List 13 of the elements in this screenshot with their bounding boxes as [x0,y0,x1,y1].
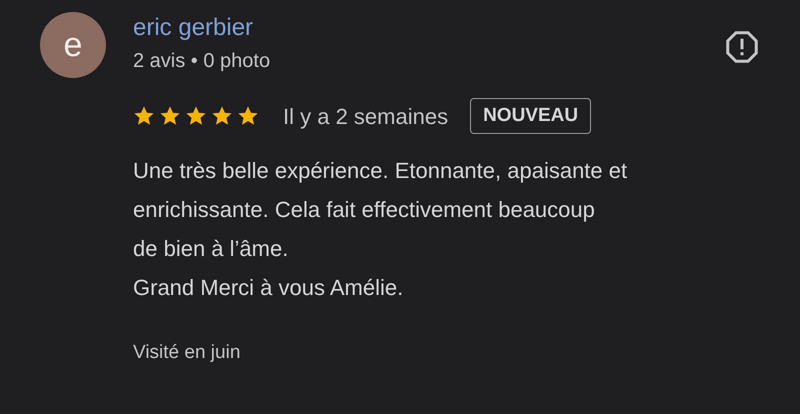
star-icon [185,105,207,127]
author-name[interactable]: eric gerbier [133,12,270,44]
report-icon[interactable] [724,29,760,65]
new-badge: NOUVEAU [470,98,592,134]
star-icon [133,105,155,127]
visit-date: Visité en juin [133,341,242,365]
star-icon [159,105,181,127]
avatar: e [40,12,106,78]
review-date: Il y a 2 semaines [283,102,448,131]
author-stats: 2 avis • 0 photo [133,49,270,74]
star-icon [211,105,233,127]
star-icon [237,105,259,127]
review-text: Une très belle expérience. Etonnante, apaisante et enrichissante. Cela fait effectivement beaucoup de bien à l’âme. Grand Merci à vous Amélie. [133,157,628,302]
